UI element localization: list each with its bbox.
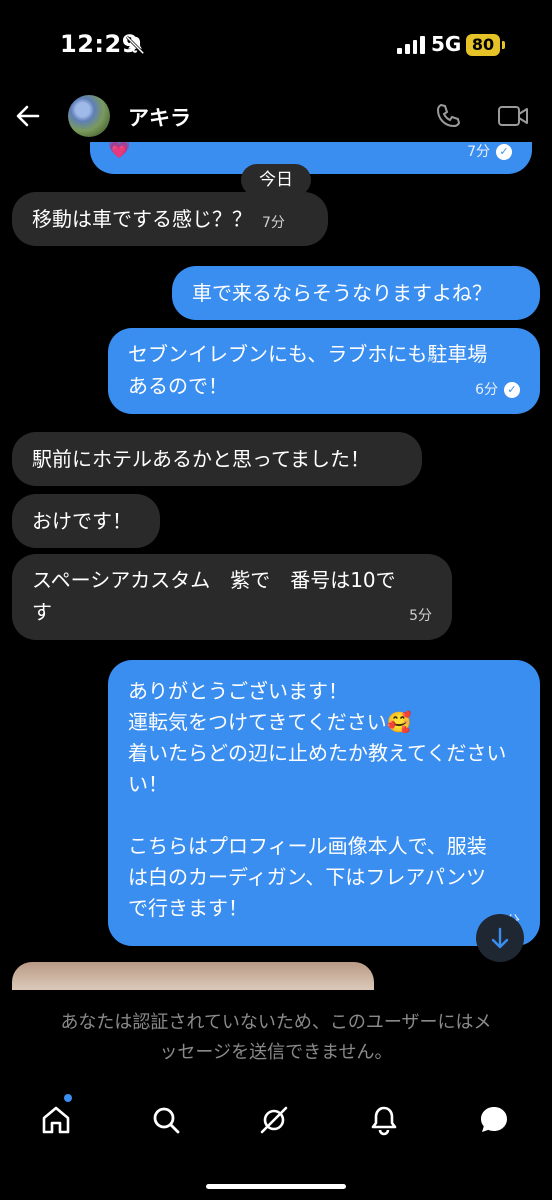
conversation-header: アキラ [0,92,552,142]
home-notification-dot [64,1094,72,1102]
scroll-to-bottom-button[interactable] [476,914,524,962]
message-text: 駅前にホテルあるかと思ってました！ [32,447,370,471]
notice-line: あなたは認証されていないため、このユーザーにはメ [60,1012,492,1033]
message-incoming[interactable]: スペーシアカスタム 紫で 番号は10で す 5分 [12,554,452,640]
back-arrow-icon[interactable] [14,102,42,130]
signal-icon [397,36,425,54]
search-icon[interactable] [148,1102,184,1138]
message-time: 7分 [467,144,490,160]
message-outgoing[interactable]: 車で来るならそうなりますよね？ [172,266,540,320]
message-list[interactable]: 💗 7分 ✓ 今日 移動は車でする感じ？？ 7分 車で来るならそうなりますよね？… [0,142,552,990]
read-check-icon: ✓ [496,144,512,160]
phone-icon[interactable] [434,102,462,130]
cannot-message-notice: あなたは認証されていないため、このユーザーにはメ ッセージを送信できません。 [0,1008,552,1068]
message-meta: 7分 ✓ [467,142,512,168]
message-text-line: す [32,600,52,624]
grok-icon[interactable] [256,1102,292,1138]
network-label: 5G [431,32,462,56]
message-outgoing[interactable]: ありがとうございます！ 運転気をつけてきてください🥰 着いたらどの辺に止めたか教… [108,660,540,946]
message-outgoing[interactable]: セブンイレブンにも、ラブホにも駐車場 あるので！ 6分 ✓ [108,328,540,414]
message-outgoing-partial[interactable]: 💗 7分 ✓ [90,142,532,174]
home-indicator [206,1184,346,1189]
message-time: 5分 [409,608,432,624]
message-text: 移動は車でする感じ？？ [32,207,252,231]
message-time: 7分 [262,215,285,231]
notifications-icon[interactable] [366,1102,402,1138]
message-meta: 6分 ✓ [475,374,520,406]
messages-icon[interactable] [476,1102,512,1138]
avatar[interactable] [68,95,110,137]
message-time: 6分 [475,382,498,398]
heart-emoji: 💗 [108,142,131,160]
image-attachment[interactable] [12,962,374,990]
message-text-line: こちらはプロフィール画像本人で、服装 [128,834,487,858]
battery-cap [502,41,505,49]
video-call-icon[interactable] [497,103,529,129]
contact-name[interactable]: アキラ [128,102,191,132]
message-text-line: ありがとうございます！ [128,679,348,703]
message-text: 車で来るならそうなりますよね？ [192,281,492,305]
message-text-line: い！ [128,772,168,796]
message-meta: 5分 [409,600,432,632]
read-check-icon: ✓ [504,382,520,398]
message-text-line: あるので！ [128,374,228,398]
message-text-line: 運転気をつけてきてください🥰 [128,710,412,734]
message-text-line: スペーシアカスタム 紫で 番号は10で [32,568,396,592]
message-incoming[interactable]: おけです！ [12,494,160,548]
home-icon[interactable] [38,1102,74,1138]
notice-line: ッセージを送信できません。 [159,1042,393,1063]
message-text-line: 着いたらどの辺に止めたか教えてください [128,741,507,765]
message-text-line: セブンイレブンにも、ラブホにも駐車場 [128,342,488,366]
message-text-line: は白のカーディガン、下はフレアパンツ [128,865,486,889]
arrow-down-icon [491,927,509,949]
bottom-navigation [0,1090,552,1150]
message-text-line: で行きます！ [128,896,248,920]
bell-muted-icon [125,35,145,55]
message-incoming[interactable]: 移動は車でする感じ？？ 7分 [12,192,328,246]
battery-icon: 80 [466,34,500,56]
message-text: おけです！ [32,509,132,533]
status-bar: 12:29 5G 80 [0,0,552,92]
message-incoming[interactable]: 駅前にホテルあるかと思ってました！ [12,432,422,486]
